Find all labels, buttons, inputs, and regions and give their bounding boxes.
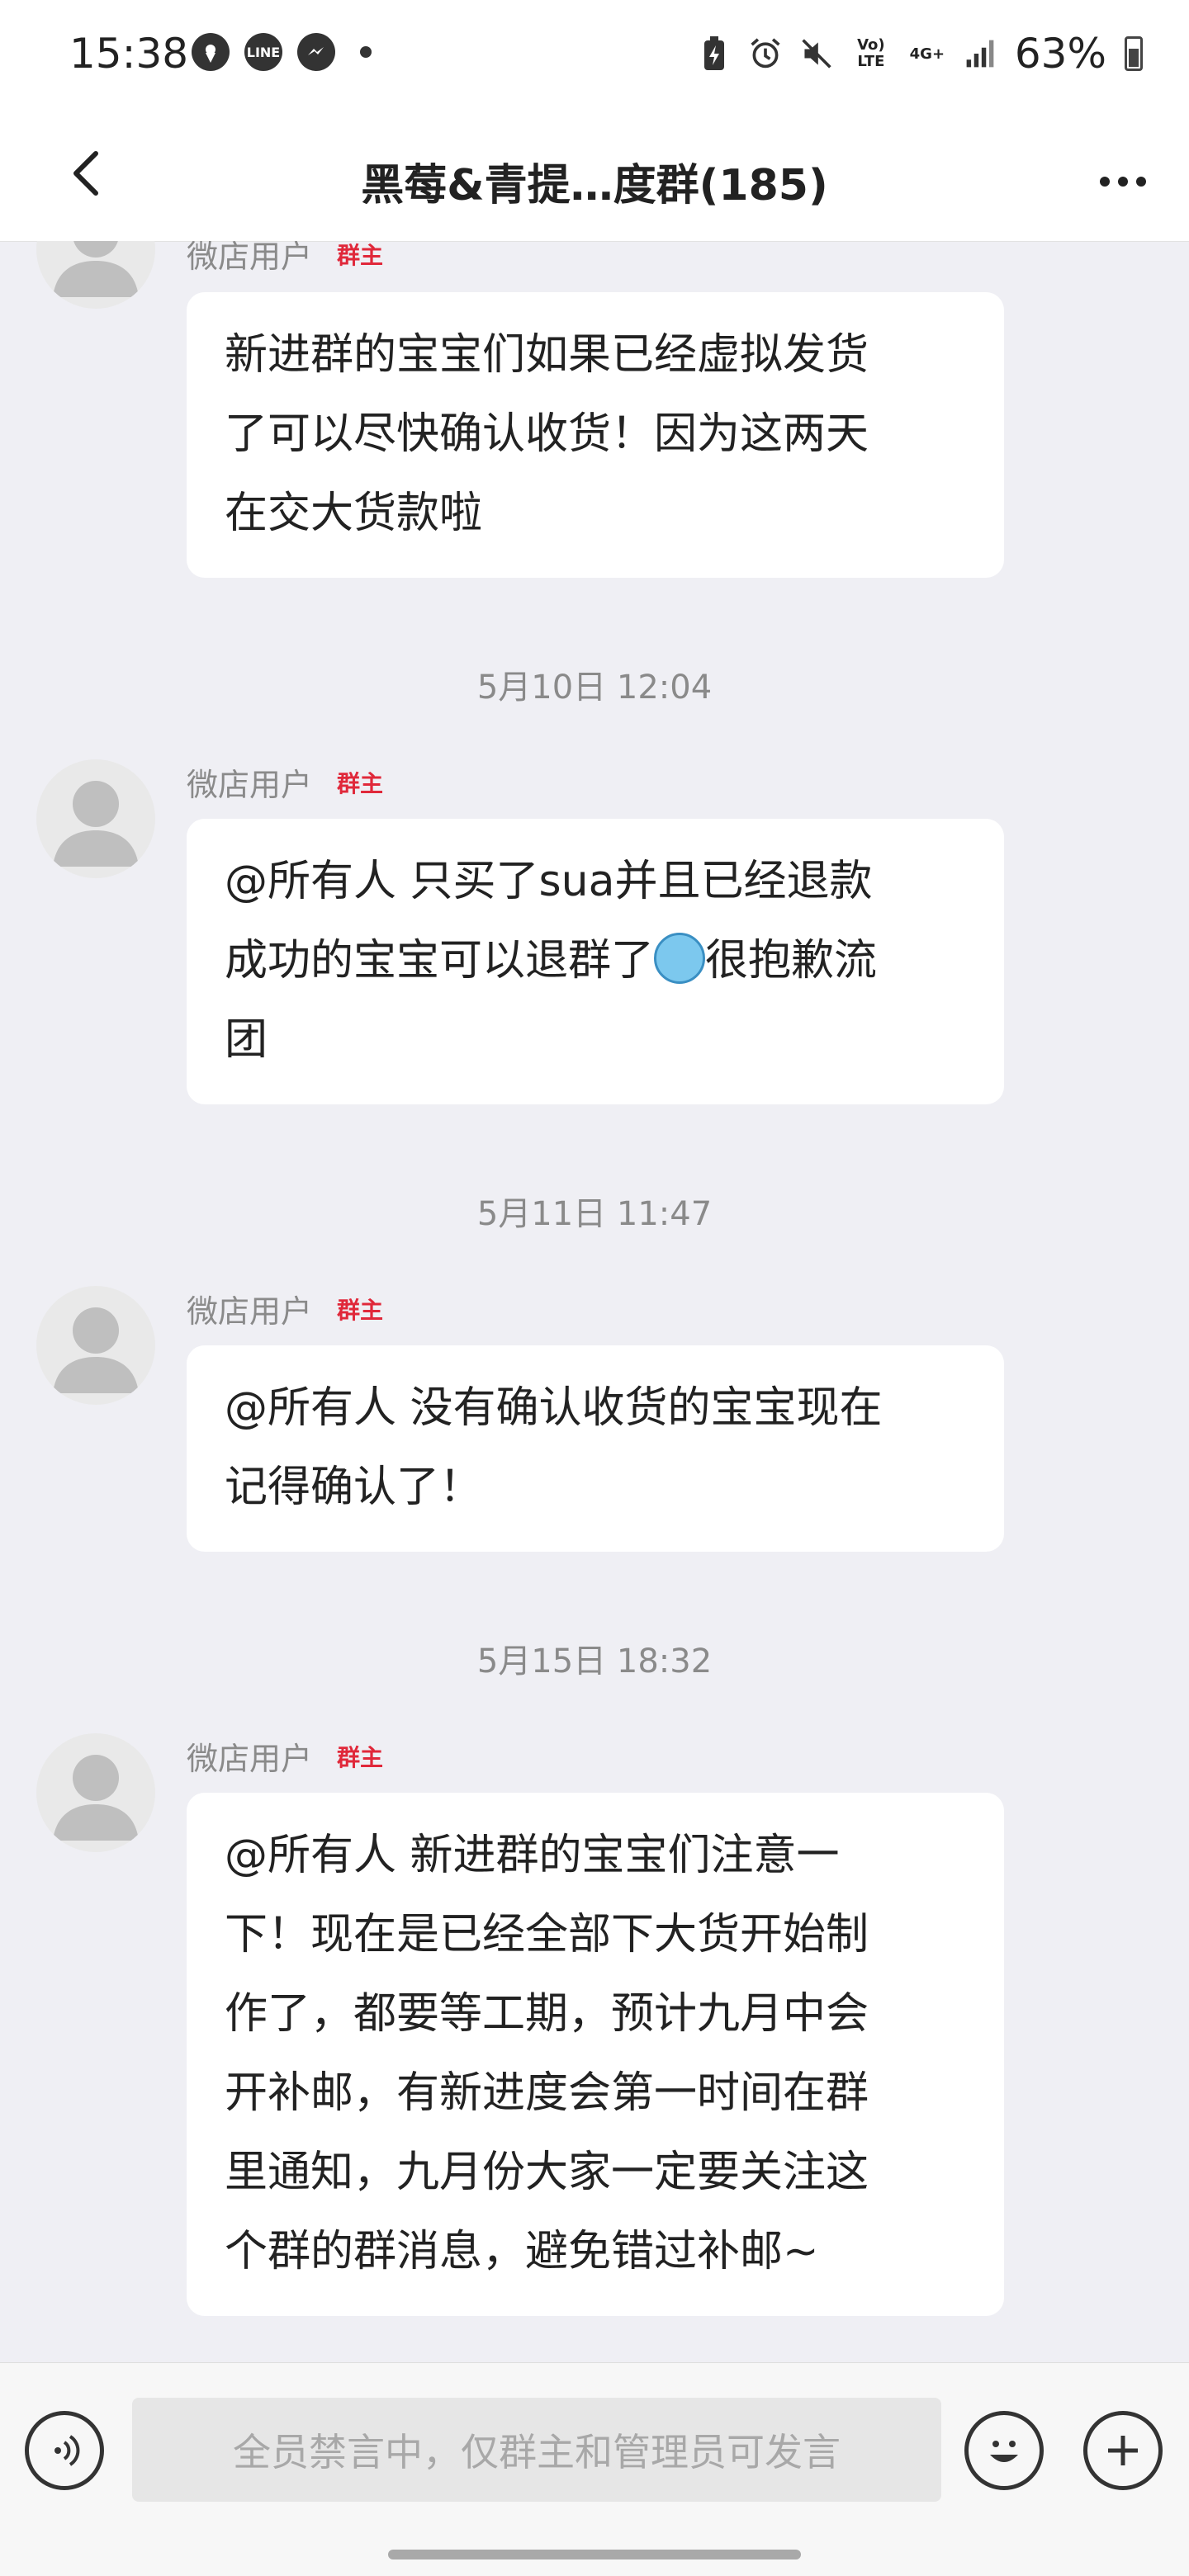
emoji-button[interactable] [964, 2411, 1044, 2490]
home-indicator[interactable] [388, 2550, 801, 2559]
message-bubble[interactable]: @所有人 只买了sua并且已经退款 成功的宝宝可以退群了 很抱歉流 团 [187, 819, 1004, 1104]
sender-row: 微店用户 群主 [187, 1733, 383, 1779]
more-dot [1136, 177, 1146, 187]
avatar[interactable] [36, 241, 155, 309]
page-title: 黑莓&青提…度群(185) [361, 161, 828, 210]
battery-percent: 63% [1014, 30, 1106, 78]
mute-icon [800, 34, 833, 73]
message-timestamp: 5月15日 18:32 [476, 1642, 713, 1680]
crying-face-emoji-icon [654, 933, 706, 984]
default-avatar-icon [53, 1307, 139, 1393]
header-bar: 黑莓&青提…度群(185) [0, 116, 1189, 242]
owner-badge: 群主 [337, 769, 384, 797]
voice-button[interactable] [25, 2411, 104, 2490]
default-avatar-icon [53, 241, 139, 297]
sender-row: 微店用户 群主 [187, 759, 383, 805]
battery-icon [1125, 36, 1143, 71]
default-avatar-icon [53, 781, 139, 867]
battery-saver-icon [698, 34, 731, 73]
owner-badge: 群主 [337, 1743, 384, 1771]
more-dot [1118, 177, 1128, 187]
message-timestamp: 5月11日 11:47 [476, 1195, 713, 1233]
location-icon [192, 33, 230, 71]
volte-icon: Vo) LTE [857, 36, 885, 70]
sender-name: 微店用户 [187, 241, 313, 275]
voice-icon [54, 2435, 80, 2466]
owner-badge: 群主 [337, 1296, 384, 1324]
status-time: 15:38 [69, 30, 189, 78]
more-notifications-dot-icon [360, 46, 372, 58]
alarm-icon [749, 34, 782, 73]
sender-row: 微店用户 群主 [187, 241, 383, 277]
signal-icon [964, 34, 997, 73]
message-bubble[interactable]: @所有人 新进群的宝宝们注意一 下！现在是已经全部下大货开始制 作了，都要等工期… [187, 1793, 1004, 2316]
sender-name: 微店用户 [187, 1293, 313, 1330]
emoji-icon [990, 2441, 1018, 2462]
plus-button[interactable] [1083, 2411, 1163, 2490]
sender-row: 微店用户 群主 [187, 1286, 383, 1331]
sender-name: 微店用户 [187, 767, 313, 803]
avatar[interactable] [36, 1286, 155, 1405]
line-icon: LINE [244, 33, 282, 71]
system-icons: Vo) LTE 4G+ 63% [698, 30, 1143, 78]
notification-icons: LINE [192, 33, 372, 71]
message-timestamp: 5月10日 12:04 [476, 669, 713, 707]
plus-icon [1108, 2436, 1138, 2465]
input-bar: 全员禁言中，仅群主和管理员可发言 [0, 2362, 1189, 2576]
network-4g-icon: 4G+ [909, 45, 945, 63]
avatar[interactable] [36, 1733, 155, 1852]
message-bubble[interactable]: @所有人 没有确认收货的宝宝现在 记得确认了！ [187, 1345, 1004, 1552]
messenger-icon [297, 33, 335, 71]
status-bar: 15:38 LINE Vo) LTE 4G+ 63% [0, 0, 1189, 116]
default-avatar-icon [53, 1755, 139, 1841]
avatar[interactable] [36, 759, 155, 878]
more-dots-icon [1100, 177, 1110, 187]
message-bubble[interactable]: 新进群的宝宝们如果已经虚拟发货 了可以尽快确认收货！因为这两天 在交大货款啦 [187, 292, 1004, 578]
owner-badge: 群主 [337, 241, 384, 269]
message-input-disabled: 全员禁言中，仅群主和管理员可发言 [132, 2398, 941, 2502]
message-list[interactable]: 微店用户 群主 新进群的宝宝们如果已经虚拟发货 了可以尽快确认收货！因为这两天 … [0, 241, 1189, 2362]
sender-name: 微店用户 [187, 1741, 313, 1777]
more-options-button[interactable] [1090, 149, 1156, 215]
